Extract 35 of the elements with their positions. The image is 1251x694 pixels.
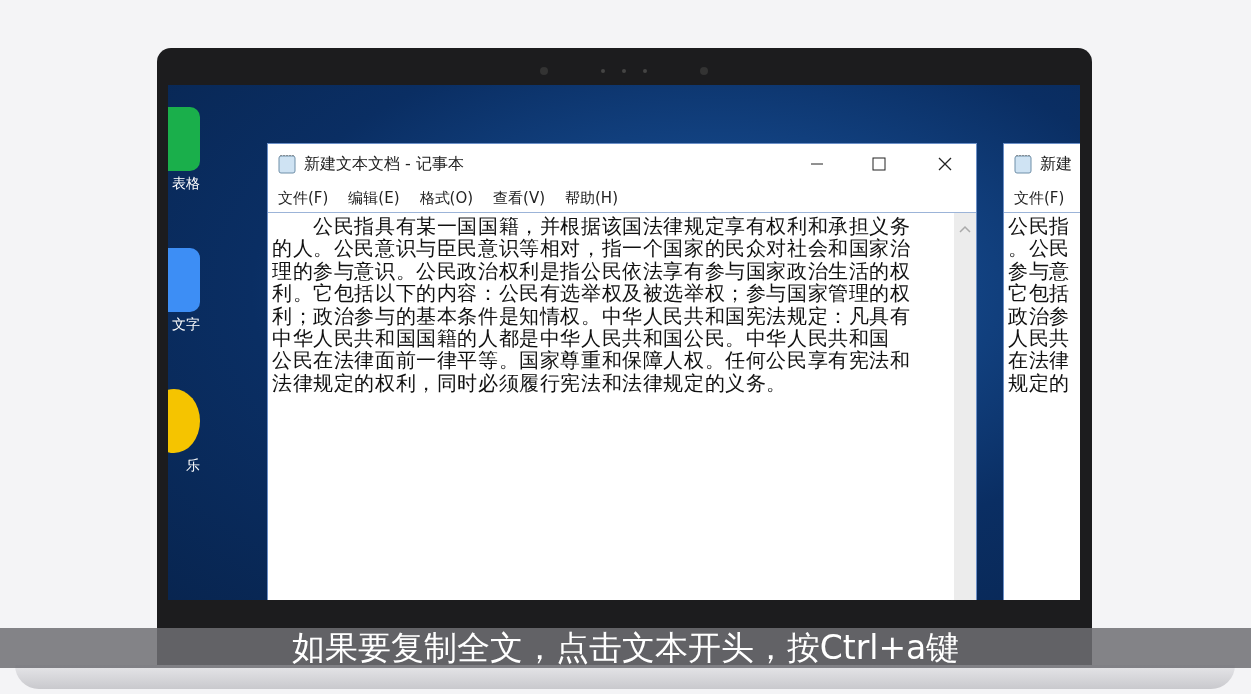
text-line: 公民指 bbox=[1008, 215, 1071, 238]
icon-label: 文字 bbox=[172, 315, 200, 334]
text-line: 中华人民共和国国籍的人都是中华人民共和国公民。中华人民共和国 bbox=[272, 327, 890, 350]
text-line: 政治参 bbox=[1008, 304, 1071, 328]
text-line: 规定的 bbox=[1008, 371, 1071, 395]
text-line: 利；政治参与的基本条件是知情权。中华人民共和国宪法规定：凡具有 bbox=[272, 304, 912, 328]
scrollbar[interactable] bbox=[954, 213, 976, 600]
text-line: 利。它包括以下的内容：公民有选举权及被选举权；参与国家管理的权 bbox=[272, 282, 912, 305]
text-line: 理的参与意识。公民政治权利是指公民依法享有参与国家政治生活的权 bbox=[272, 259, 912, 283]
text-line: 公民指具有某一国国籍，并根据该国法律规定享有权利和承担义务 bbox=[312, 215, 912, 238]
icon-label: 表格 bbox=[172, 174, 200, 193]
caption-text: 如果要复制全文，点击文本开头，按Ctrl+a键 bbox=[291, 627, 960, 670]
text-line: 。公民 bbox=[1008, 237, 1071, 260]
close-icon[interactable] bbox=[938, 157, 952, 171]
menu-item[interactable]: 查看(V) bbox=[493, 186, 545, 210]
text-line: 的人。公民意识与臣民意识等相对，指一个国家的民众对社会和国家治 bbox=[272, 237, 912, 260]
menu-item[interactable]: 文件(F) bbox=[1014, 186, 1065, 210]
text-line: 在法律 bbox=[1008, 349, 1071, 372]
notepad-icon bbox=[278, 154, 296, 174]
window-title: 新建 bbox=[1040, 153, 1072, 175]
text-line: 参与意 bbox=[1008, 259, 1071, 283]
window-title: 新建文本文档 - 记事本 bbox=[304, 153, 464, 175]
text-line: 人民共 bbox=[1008, 327, 1071, 350]
text-line: 公民在法律面前一律平等。国家尊重和保障人权。任何公民享有宪法和 bbox=[272, 349, 912, 372]
menu-item[interactable]: 文件(F) bbox=[278, 186, 329, 210]
text-area[interactable] bbox=[268, 212, 976, 600]
icon-label: 乐 bbox=[186, 456, 200, 475]
menu-item[interactable]: 编辑(E) bbox=[348, 186, 400, 210]
text-area[interactable]: 公民指 。公民 参与意 它包括 政治参 人民共 在法律 规定的 bbox=[1004, 212, 1080, 600]
maximize-icon[interactable] bbox=[872, 157, 886, 171]
text-line: 它包括 bbox=[1008, 282, 1071, 305]
menu-item[interactable]: 格式(O) bbox=[419, 186, 474, 210]
menu-item[interactable]: 帮助(H) bbox=[565, 186, 618, 210]
text-line: 法律规定的权利，同时必须履行宪法和法律规定的义务。 bbox=[272, 371, 788, 395]
notepad-icon bbox=[1014, 154, 1032, 174]
